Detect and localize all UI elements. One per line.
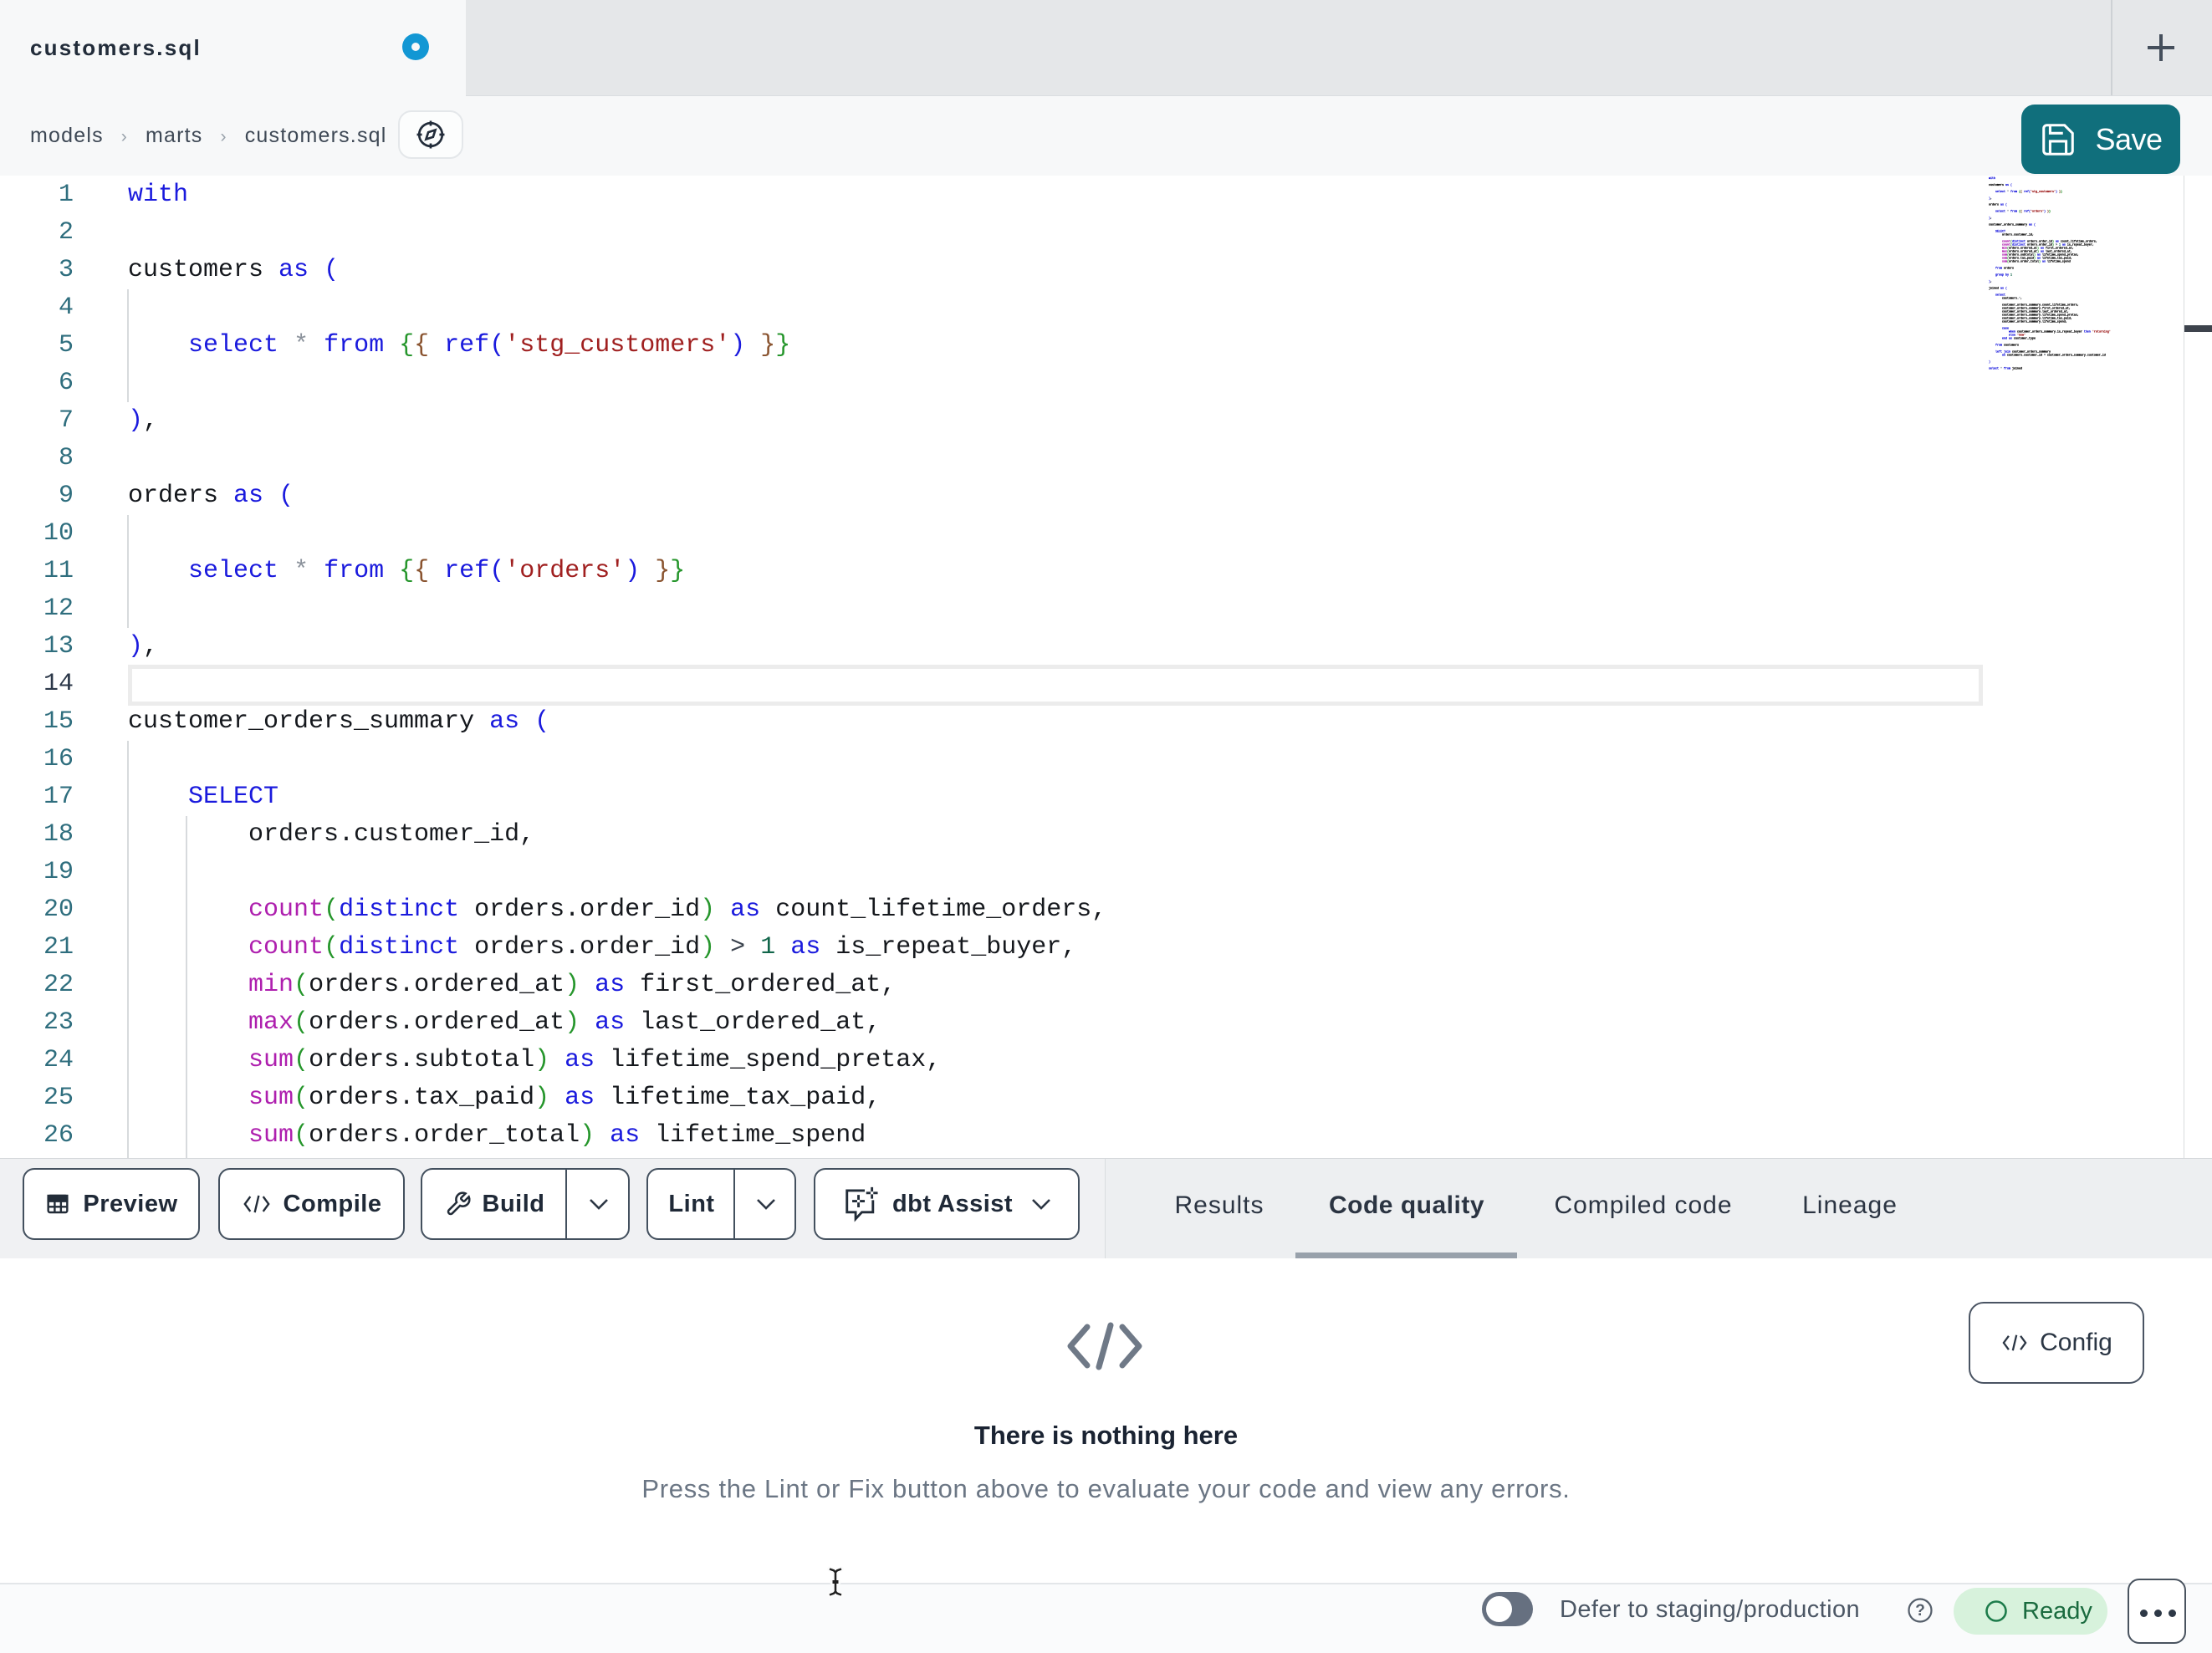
svg-text:?: ? bbox=[1915, 1602, 1925, 1620]
